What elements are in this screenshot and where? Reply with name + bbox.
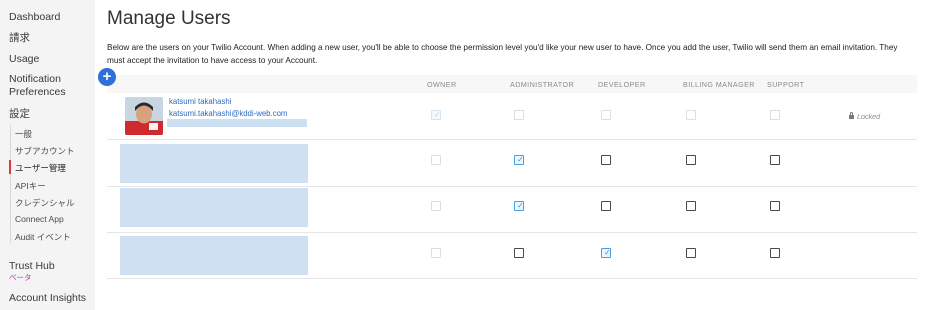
sidebar-sub-general[interactable]: 一般 (15, 128, 32, 140)
redacted-user-info (120, 188, 308, 227)
sidebar-item-dashboard[interactable]: Dashboard (9, 11, 60, 24)
role-checkbox-owner (431, 248, 441, 258)
role-checkbox-support[interactable] (770, 248, 780, 258)
sidebar-item-billing[interactable]: 請求 (9, 32, 30, 45)
sidebar-item-settings[interactable]: 設定 (9, 108, 30, 121)
active-item-marker (9, 160, 11, 174)
page-description: Below are the users on your Twilio Accou… (107, 43, 898, 65)
role-checkbox-billing-manager[interactable] (686, 201, 696, 211)
sidebar-item-usage[interactable]: Usage (9, 53, 39, 66)
role-checkbox-billing-manager[interactable] (686, 155, 696, 165)
redacted-user-info (120, 144, 308, 183)
sidebar-sub-connect-app[interactable]: Connect App (15, 214, 64, 224)
role-checkbox-administrator[interactable]: ✓ (514, 155, 524, 165)
row-divider (107, 186, 917, 187)
column-header-owner: OWNER (427, 80, 457, 89)
beta-badge: ベータ (9, 273, 32, 282)
redacted-text (167, 119, 307, 127)
locked-label: Locked (857, 112, 881, 121)
settings-submenu-rule (10, 125, 11, 243)
role-checkbox-owner (431, 201, 441, 211)
locked-status: Locked (849, 112, 880, 121)
sidebar-sub-subaccounts[interactable]: サブアカウント (15, 145, 75, 157)
sidebar-item-notification-preferences[interactable]: Notification Preferences (9, 73, 89, 99)
sidebar-sub-user-management[interactable]: ユーザー管理 (15, 162, 66, 174)
page-title: Manage Users (107, 8, 231, 29)
check-icon: ✓ (604, 248, 611, 257)
check-icon: ✓ (517, 155, 524, 164)
role-checkbox-developer[interactable] (601, 155, 611, 165)
add-user-button[interactable]: + (98, 68, 116, 86)
role-checkbox-administrator[interactable]: ✓ (514, 201, 524, 211)
role-checkbox-administrator (514, 110, 524, 120)
check-icon: ✓ (517, 201, 524, 210)
sidebar: Dashboard 請求 Usage Notification Preferen… (0, 0, 95, 310)
row-divider (107, 278, 917, 279)
column-header-support: SUPPORT (767, 80, 805, 89)
role-checkbox-administrator[interactable] (514, 248, 524, 258)
role-checkbox-developer (601, 110, 611, 120)
user-name[interactable]: katsumi takahashi (169, 97, 231, 106)
role-checkbox-support (770, 110, 780, 120)
role-checkbox-owner (431, 155, 441, 165)
row-divider (107, 232, 917, 233)
column-header-billing-manager: BILLING MANAGER (683, 80, 755, 89)
role-checkbox-developer[interactable] (601, 201, 611, 211)
sidebar-sub-audit-events[interactable]: Audit イベント (15, 231, 71, 243)
avatar (125, 97, 163, 135)
sidebar-sub-credentials[interactable]: クレデンシャル (15, 197, 75, 209)
sidebar-sub-api-keys[interactable]: APIキー (15, 180, 46, 192)
role-checkbox-support[interactable] (770, 201, 780, 211)
check-icon: ✓ (434, 110, 441, 119)
role-checkbox-owner: ✓ (431, 110, 441, 120)
user-email[interactable]: katsumi.takahashi@kddi-web.com (169, 109, 287, 118)
role-checkbox-support[interactable] (770, 155, 780, 165)
column-header-developer: DEVELOPER (598, 80, 646, 89)
lock-icon (849, 112, 854, 119)
row-divider (107, 139, 917, 140)
role-checkbox-billing-manager[interactable] (686, 248, 696, 258)
role-checkbox-billing-manager (686, 110, 696, 120)
column-header-administrator: ADMINISTRATOR (510, 80, 575, 89)
sidebar-item-account-insights[interactable]: Account Insights (9, 292, 86, 305)
redacted-user-info (120, 236, 308, 275)
role-checkbox-developer[interactable]: ✓ (601, 248, 611, 258)
